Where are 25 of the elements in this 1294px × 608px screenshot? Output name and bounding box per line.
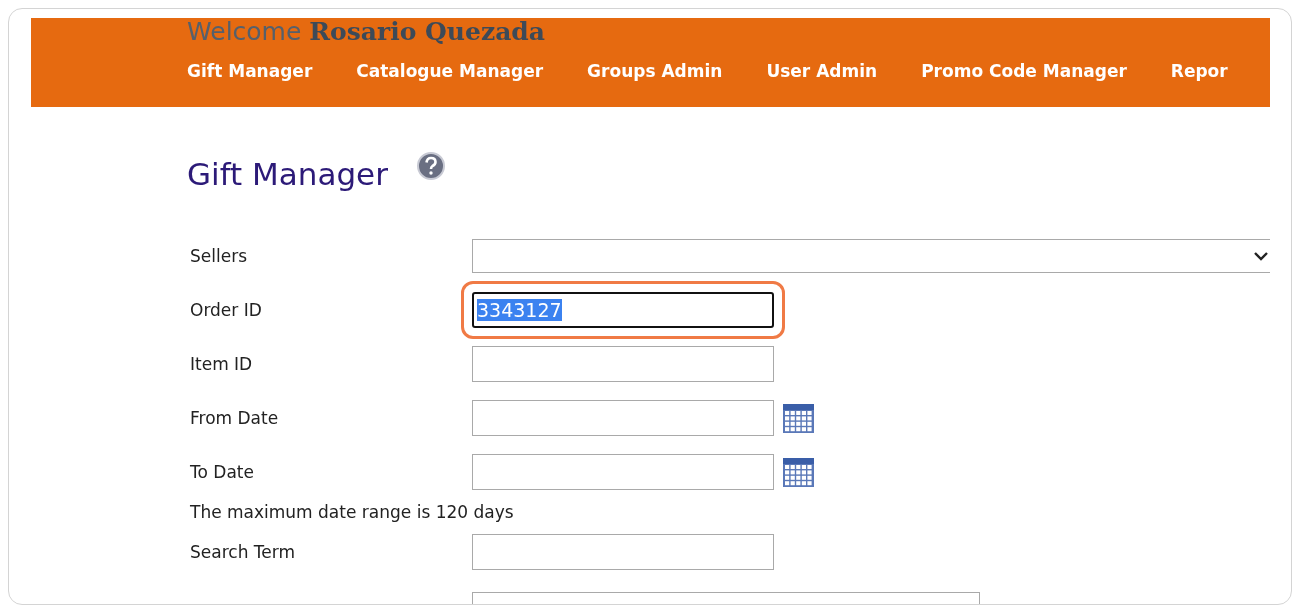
nav-link[interactable]: Groups Admin (587, 61, 723, 81)
nav-link[interactable]: Repor (1170, 61, 1228, 81)
nav-link[interactable]: User Admin (766, 61, 878, 81)
input-field[interactable] (472, 346, 774, 382)
input-field[interactable] (472, 400, 774, 436)
field-label: Search Term (190, 542, 296, 562)
input-field[interactable] (472, 534, 774, 570)
field-label: From Date (190, 408, 280, 428)
calendar-icon[interactable] (782, 402, 815, 434)
date-range-note: The maximum date range is 120 days (190, 502, 514, 522)
calendar-icon[interactable] (782, 456, 815, 488)
input-field[interactable]: 3343127 (472, 292, 774, 328)
page-title: Gift Manager (187, 155, 388, 193)
nav-link[interactable]: Promo Code Manager (921, 61, 1127, 81)
field-label: Order ID (190, 300, 263, 320)
field-label: To Date (190, 462, 255, 482)
nav-link[interactable]: Gift Manager (187, 61, 313, 81)
sellers-dropdown[interactable] (472, 239, 1270, 273)
input-field[interactable] (472, 454, 774, 490)
field-label: Item ID (190, 354, 254, 374)
help-icon[interactable] (415, 151, 446, 181)
field-label: Sellers (190, 246, 248, 266)
nav-link[interactable]: Catalogue Manager (356, 61, 544, 81)
welcome-text: Welcome Rosario Quezada (187, 18, 547, 46)
chevron-icon (1254, 251, 1268, 261)
